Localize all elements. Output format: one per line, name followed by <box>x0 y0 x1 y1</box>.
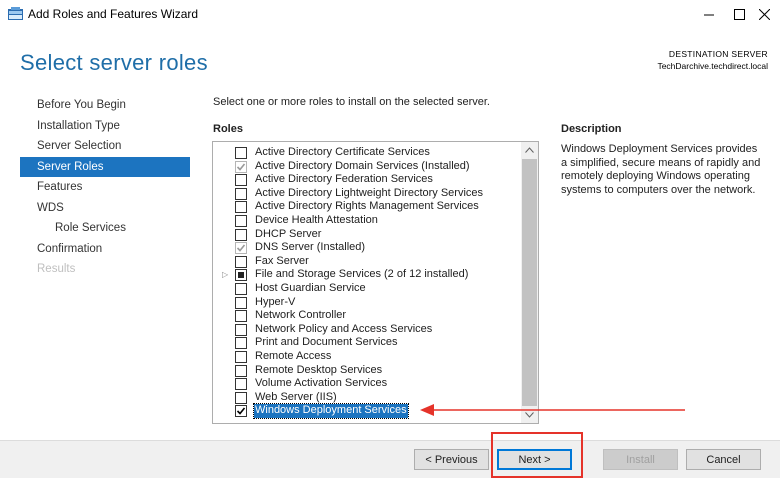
nav-item-role-services[interactable]: Role Services <box>20 218 190 239</box>
role-row[interactable]: Active Directory Federation Services <box>213 173 519 187</box>
title-bar: Add Roles and Features Wizard <box>0 0 780 28</box>
role-label: Active Directory Rights Management Servi… <box>255 200 479 213</box>
role-checkbox[interactable] <box>235 282 247 295</box>
role-label: Network Controller <box>255 309 347 322</box>
role-label: Windows Deployment Services <box>253 403 409 419</box>
role-row[interactable]: Hyper-V <box>213 296 519 310</box>
nav-item-features[interactable]: Features <box>20 177 190 198</box>
role-row[interactable]: Fax Server <box>213 255 519 269</box>
role-label: Host Guardian Service <box>255 281 366 294</box>
role-checkbox[interactable] <box>235 147 247 159</box>
role-checkbox[interactable] <box>235 323 247 336</box>
nav-item-server-roles[interactable]: Server Roles <box>20 156 190 177</box>
role-row[interactable]: Active Directory Rights Management Servi… <box>213 200 519 214</box>
nav-item-wds[interactable]: WDS <box>20 198 190 219</box>
role-label: Device Health Attestation <box>255 213 378 226</box>
role-row[interactable]: DNS Server (Installed) <box>213 241 519 255</box>
role-row[interactable]: Remote Desktop Services <box>213 364 519 378</box>
description-header: Description <box>561 123 622 135</box>
checkmark-icon <box>236 244 246 252</box>
description-text: Windows Deployment Services provides a s… <box>561 143 761 196</box>
role-label: Network Policy and Access Services <box>255 322 433 335</box>
checkmark-icon <box>236 407 246 415</box>
role-row[interactable]: Remote Access <box>213 350 519 364</box>
role-label: Remote Access <box>255 349 332 362</box>
destination-server-name: TechDarchive.techdirect.local <box>657 61 768 71</box>
nav-item-server-selection[interactable]: Server Selection <box>20 136 190 157</box>
role-row[interactable]: ▷ File and Storage Services (2 of 12 inst… <box>213 268 519 282</box>
server-manager-icon <box>8 7 23 20</box>
window-title: Add Roles and Features Wizard <box>28 7 199 21</box>
nav-item-results: Results <box>37 263 76 275</box>
role-label: Active Directory Certificate Services <box>255 146 430 158</box>
role-checkbox[interactable] <box>235 378 247 391</box>
role-checkbox[interactable] <box>235 187 247 200</box>
role-row[interactable]: Active Directory Lightweight Directory S… <box>213 187 519 201</box>
role-checkbox[interactable] <box>235 174 247 187</box>
nav-item-installation-type[interactable]: Installation Type <box>20 116 190 137</box>
role-label: Hyper-V <box>255 295 296 308</box>
role-row[interactable]: Volume Activation Services <box>213 377 519 391</box>
role-label: DHCP Server <box>255 227 322 240</box>
expand-arrow-icon[interactable]: ▷ <box>222 270 228 279</box>
role-checkbox[interactable] <box>235 269 247 282</box>
scroll-thumb[interactable] <box>522 159 537 406</box>
role-checkbox[interactable] <box>235 310 247 323</box>
previous-button[interactable]: < Previous <box>414 449 489 470</box>
role-label: Fax Server <box>255 254 309 267</box>
minimize-icon <box>703 14 714 15</box>
role-checkbox <box>235 242 247 255</box>
role-label: Print and Document Services <box>255 336 398 349</box>
install-button[interactable]: Install <box>603 449 678 470</box>
roles-scrollbar[interactable] <box>521 142 538 423</box>
role-label: DNS Server (Installed) <box>255 241 366 254</box>
footer-bar: < Previous Next > Install Cancel <box>0 441 780 478</box>
role-checkbox[interactable] <box>235 350 247 363</box>
roles-list-box[interactable]: Active Directory Certificate Services Act… <box>212 141 539 424</box>
role-label: Remote Desktop Services <box>255 363 383 376</box>
role-row[interactable]: Host Guardian Service <box>213 282 519 296</box>
role-checkbox[interactable] <box>235 214 247 227</box>
role-row[interactable]: Device Health Attestation <box>213 214 519 228</box>
role-checkbox[interactable] <box>235 201 247 214</box>
checkmark-icon <box>236 163 246 171</box>
role-checkbox[interactable] <box>235 337 247 350</box>
role-checkbox[interactable] <box>235 296 247 309</box>
destination-server-info: DESTINATION SERVER TechDarchive.techdire… <box>657 48 768 72</box>
page-title: Select server roles <box>20 50 208 75</box>
role-row[interactable]: Active Directory Domain Services (Instal… <box>213 160 519 174</box>
role-checkbox[interactable] <box>235 228 247 241</box>
nav-item-before-you-begin[interactable]: Before You Begin <box>20 95 190 116</box>
role-label: Active Directory Domain Services (Instal… <box>255 159 470 172</box>
role-label: Active Directory Federation Services <box>255 173 433 186</box>
cancel-button[interactable]: Cancel <box>686 449 761 470</box>
role-label: File and Storage Services (2 of 12 insta… <box>255 268 469 281</box>
roles-header: Roles <box>213 123 243 135</box>
role-row[interactable]: Network Policy and Access Services <box>213 323 519 337</box>
role-checkbox[interactable] <box>235 391 247 404</box>
scroll-up-button[interactable] <box>521 142 538 158</box>
close-icon <box>758 8 770 20</box>
nav-item-confirmation[interactable]: Confirmation <box>20 239 190 260</box>
instruction-text: Select one or more roles to install on t… <box>213 96 490 108</box>
annotation-arrow <box>420 404 685 416</box>
destination-server-label: DESTINATION SERVER <box>668 49 768 59</box>
role-row[interactable]: DHCP Server <box>213 228 519 242</box>
role-checkbox[interactable] <box>235 405 247 418</box>
chevron-up-icon <box>525 147 534 153</box>
role-checkbox[interactable] <box>235 255 247 268</box>
role-row[interactable]: Print and Document Services <box>213 336 519 350</box>
role-label: Volume Activation Services <box>255 377 388 390</box>
close-button[interactable] <box>741 0 780 28</box>
next-button-highlight <box>491 432 583 478</box>
role-row[interactable]: Active Directory Certificate Services <box>213 146 519 160</box>
roles-list: Active Directory Certificate Services Act… <box>213 146 519 419</box>
role-label: Web Server (IIS) <box>255 390 337 403</box>
wizard-steps-nav: Before You Begin Installation Type Server … <box>20 95 190 280</box>
role-label: Active Directory Lightweight Directory S… <box>255 186 484 199</box>
role-checkbox[interactable] <box>235 364 247 377</box>
role-checkbox <box>235 160 247 173</box>
role-row[interactable]: Network Controller <box>213 309 519 323</box>
